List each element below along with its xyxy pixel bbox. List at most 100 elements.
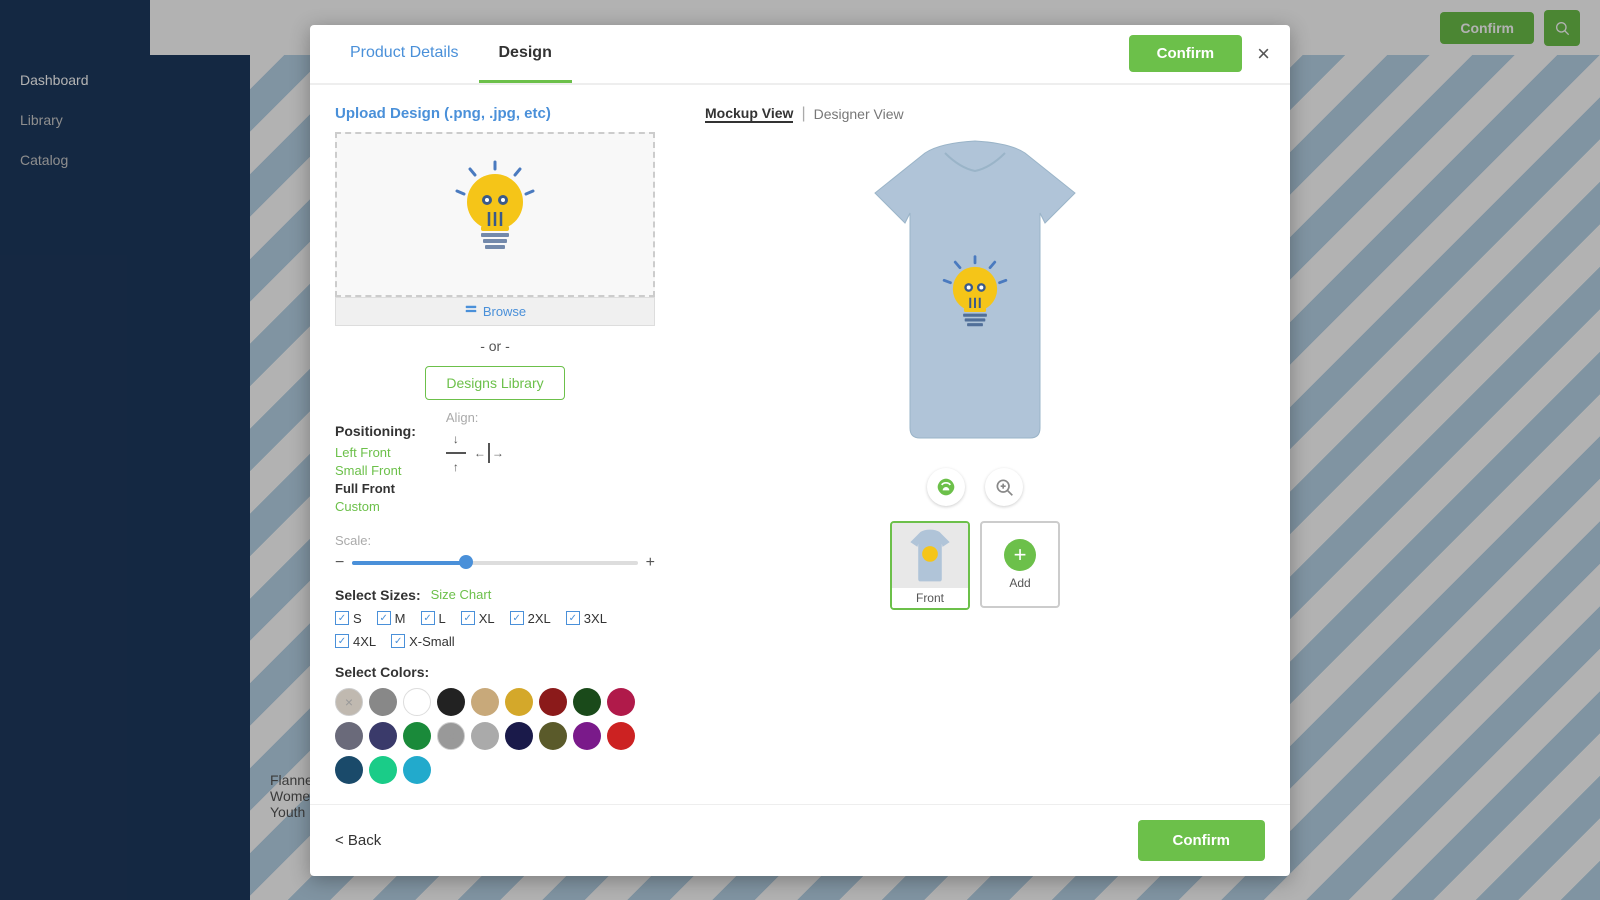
size-item-xsmall[interactable]: X-Small [391,634,455,649]
size-item-m[interactable]: M [377,611,406,626]
add-icon: + [1004,539,1036,571]
view-mockup-option[interactable]: Mockup View [705,105,793,123]
size-chart-link[interactable]: Size Chart [431,587,492,602]
colors-section: Select Colors: [335,664,655,784]
size-item-3xl[interactable]: 3XL [566,611,607,626]
color-swatch-1[interactable] [369,688,397,716]
back-button[interactable]: < Back [335,832,381,849]
color-swatch-16[interactable] [573,722,601,750]
add-label: Add [1009,576,1030,590]
align-left-arrow: ← [474,446,486,460]
designs-library-button[interactable]: Designs Library [425,366,564,400]
color-swatch-9[interactable] [335,722,363,750]
size-checkbox-l[interactable] [421,611,435,625]
scale-fill [352,561,466,565]
color-swatch-15[interactable] [539,722,567,750]
add-side-thumb[interactable]: + Add [980,521,1060,608]
scale-label: Scale: [335,533,655,548]
size-checkbox-s[interactable] [335,611,349,625]
upload-area[interactable] [335,132,655,297]
size-checkbox-m[interactable] [377,611,391,625]
modal-header: Product Details Design Confirm × [310,25,1290,85]
zoom-button[interactable] [985,468,1023,506]
scale-plus-button[interactable]: + [646,554,655,572]
tab-product-details[interactable]: Product Details [330,26,479,83]
scale-section: Scale: − + [335,533,655,572]
positioning-align-row: Positioning: Left Front Small Front Full… [335,405,655,519]
size-item-s[interactable]: S [335,611,362,626]
align-vertical-group[interactable]: ↓ ↑ [446,430,466,476]
align-horizontal-icon[interactable]: ← → [474,443,504,463]
pos-left-front[interactable]: Left Front [335,445,416,460]
size-checkbox-2xl[interactable] [510,611,524,625]
color-swatch-20[interactable] [403,756,431,784]
pos-small-front[interactable]: Small Front [335,463,416,478]
modal-confirm-button-bottom[interactable]: Confirm [1138,820,1266,861]
size-checkbox-xsmall[interactable] [391,634,405,648]
size-checkbox-xl[interactable] [461,611,475,625]
upload-title: Upload Design (.png, .jpg, etc) [335,105,655,122]
modal-overlay: Product Details Design Confirm × Upload … [0,0,1600,900]
align-right-arrow: → [492,446,504,460]
browse-label: Browse [483,304,526,319]
align-center-line [446,452,466,454]
sizes-label: Select Sizes: [335,587,421,603]
align-v-line [488,443,490,463]
scale-row: − + [335,554,655,572]
modal-confirm-button-top[interactable]: Confirm [1129,35,1243,72]
color-swatch-3[interactable] [437,688,465,716]
tab-design[interactable]: Design [479,26,572,83]
view-designer-option[interactable]: Designer View [814,106,904,122]
color-swatch-14[interactable] [505,722,533,750]
color-swatch-6[interactable] [539,688,567,716]
modal-close-button[interactable]: × [1257,41,1270,67]
size-item-xl[interactable]: XL [461,611,495,626]
positioning-label: Positioning: [335,423,416,439]
right-panel: Mockup View | Designer View [685,105,1265,784]
color-swatch-19[interactable] [369,756,397,784]
color-swatch-18[interactable] [335,756,363,784]
size-item-2xl[interactable]: 2XL [510,611,551,626]
colors-grid [335,688,655,784]
color-swatch-13[interactable] [471,722,499,750]
scale-minus-button[interactable]: − [335,554,344,572]
tshirt-view-button[interactable] [927,468,965,506]
preview-actions [927,468,1023,506]
color-swatch-8[interactable] [607,688,635,716]
sizes-grid: S M L XL [335,611,655,649]
color-swatch-7[interactable] [573,688,601,716]
align-icons: ↓ ↑ ← → [446,430,504,476]
color-swatch-2[interactable] [403,688,431,716]
color-swatch-4[interactable] [471,688,499,716]
color-swatch-12[interactable] [437,722,465,750]
align-up-icon: ↑ [446,458,466,476]
positioning-options: Left Front Small Front Full Front Custom [335,445,416,514]
modal-body: Upload Design (.png, .jpg, etc) [310,85,1290,804]
pos-custom[interactable]: Custom [335,499,416,514]
scale-slider[interactable] [352,561,637,565]
size-checkbox-4xl[interactable] [335,634,349,648]
color-swatch-5[interactable] [505,688,533,716]
size-label-m: M [395,611,406,626]
color-swatch-0[interactable] [335,688,363,716]
pos-full-front[interactable]: Full Front [335,481,416,496]
side-thumb-front[interactable]: Front [890,521,970,610]
size-label-4xl: 4XL [353,634,376,649]
align-section: Align: ↓ ↑ ← → [446,410,504,519]
size-item-4xl[interactable]: 4XL [335,634,376,649]
size-label-2xl: 2XL [528,611,551,626]
tshirt-design [935,250,1015,345]
scale-thumb [459,555,473,569]
color-swatch-11[interactable] [403,722,431,750]
sizes-header: Select Sizes: Size Chart [335,587,655,603]
color-swatch-17[interactable] [607,722,635,750]
color-swatch-10[interactable] [369,722,397,750]
browse-bar[interactable]: Browse [335,297,655,326]
sizes-section: Select Sizes: Size Chart S M [335,587,655,649]
or-divider: - or - [335,338,655,354]
size-label-l: L [439,611,446,626]
size-checkbox-3xl[interactable] [566,611,580,625]
size-label-xsmall: X-Small [409,634,455,649]
size-item-l[interactable]: L [421,611,446,626]
left-panel: Upload Design (.png, .jpg, etc) [335,105,655,784]
